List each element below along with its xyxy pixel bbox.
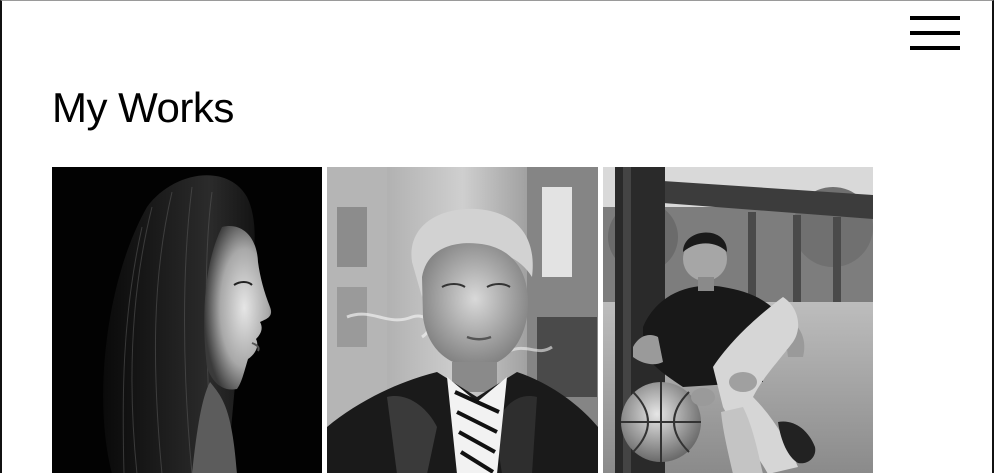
gallery-photo-boy-basketball[interactable] bbox=[603, 167, 873, 473]
menu-bar bbox=[910, 46, 960, 50]
photo-image bbox=[327, 167, 598, 473]
photo-image bbox=[52, 167, 322, 473]
works-gallery bbox=[52, 167, 874, 473]
gallery-photo-young-man[interactable] bbox=[327, 167, 598, 473]
photo-image bbox=[603, 167, 873, 473]
menu-bar bbox=[910, 31, 960, 35]
hamburger-menu-icon[interactable] bbox=[910, 16, 960, 52]
gallery-photo-woman-profile[interactable] bbox=[52, 167, 322, 473]
page-title: My Works bbox=[52, 84, 234, 131]
page-frame: My Works bbox=[0, 0, 994, 473]
menu-bar bbox=[910, 16, 960, 20]
